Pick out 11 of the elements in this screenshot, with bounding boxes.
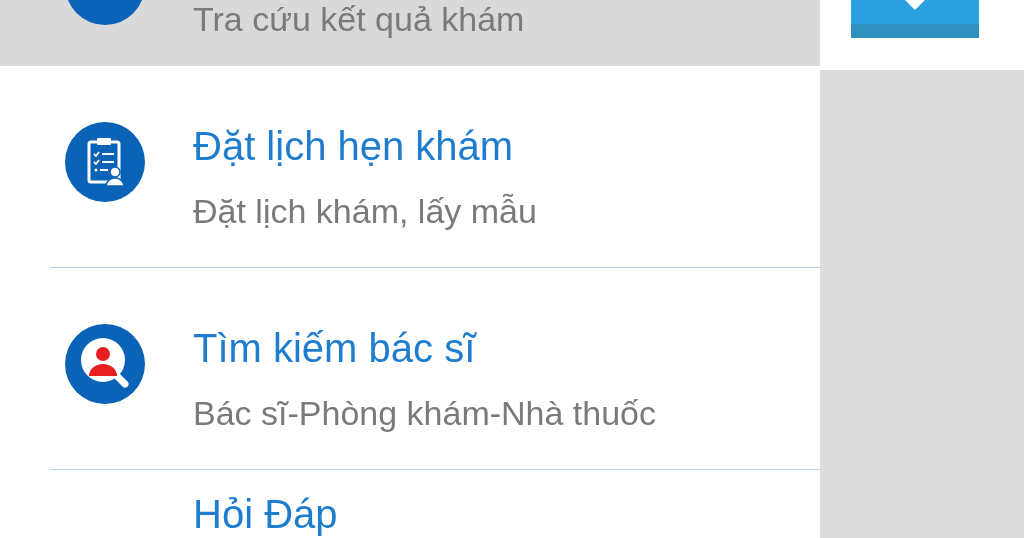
menu-item[interactable]: Tra cứu kết quả khám	[0, 0, 820, 66]
chevron-button[interactable]	[851, 0, 979, 38]
clipboard-icon	[65, 122, 145, 202]
chevron-icon	[905, 0, 925, 10]
menu-item-title: Hỏi Đáp	[193, 491, 338, 538]
doctor-search-icon	[65, 324, 145, 404]
menu-item-title: Tìm kiếm bác sĩ	[193, 325, 476, 372]
menu-item-subtitle: Tra cứu kết quả khám	[193, 0, 525, 40]
menu-item-title: Đặt lịch hẹn khám	[193, 123, 514, 170]
menu-item-subtitle: Bác sĩ-Phòng khám-Nhà thuốc	[193, 393, 657, 434]
menu-item-subtitle: Đặt lịch khám, lấy mẫu	[193, 191, 537, 232]
